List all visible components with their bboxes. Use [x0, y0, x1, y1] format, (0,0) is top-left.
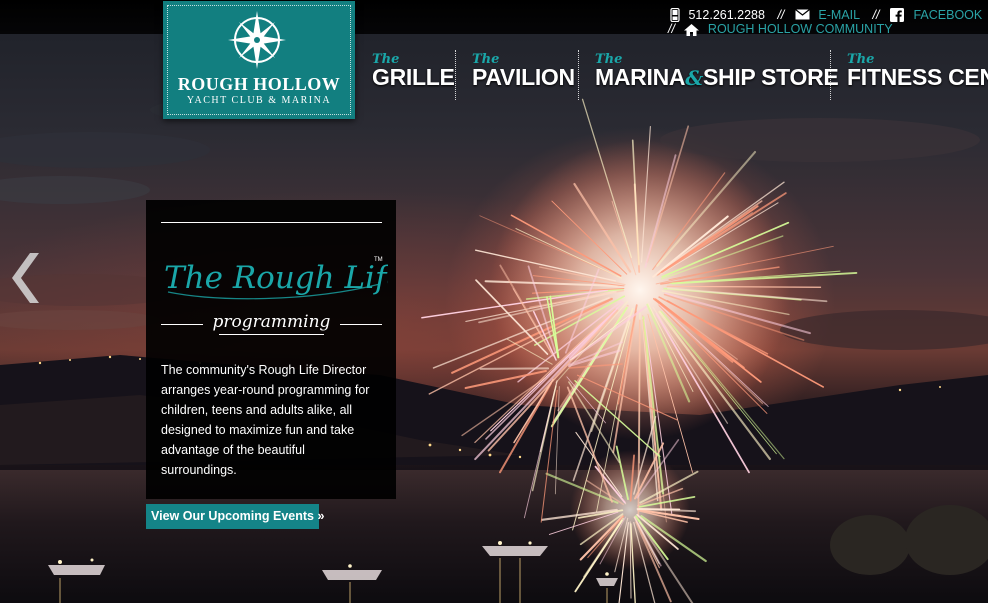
- home-icon: [684, 23, 700, 36]
- feature-description: The community's Rough Life Director arra…: [161, 363, 370, 477]
- nav-item-fitness-center[interactable]: The FITNESS CENT: [837, 48, 988, 103]
- phone-number[interactable]: 512.261.2288: [688, 8, 764, 22]
- separator: //: [777, 7, 785, 22]
- nav-divider: [455, 50, 456, 100]
- nav-item-grille[interactable]: The GRILLE: [362, 48, 455, 103]
- nav-item-pavilion[interactable]: The PAVILION: [462, 48, 577, 103]
- firework-spark: [540, 389, 558, 523]
- separator: //: [872, 7, 880, 22]
- nav-divider: [830, 50, 831, 100]
- contact-bar-row2: // ROUGH HOLLOW COMMUNITY: [668, 22, 893, 36]
- script-title: The Rough Life: [164, 260, 388, 300]
- logo-title: ROUGH HOLLOW: [177, 74, 341, 94]
- nav-ampersand: &: [685, 66, 703, 90]
- svg-text:The Rough Life: The Rough Life: [164, 260, 388, 296]
- feature-panel: The Rough Life TM programming The commun…: [146, 200, 396, 499]
- contact-bar: 512.261.2288 // E-MAIL // FACEBOOK: [670, 7, 982, 22]
- facebook-icon[interactable]: [889, 7, 904, 22]
- envelope-icon: [795, 9, 810, 20]
- community-link[interactable]: ROUGH HOLLOW COMMUNITY: [708, 22, 893, 36]
- chevron-left-icon[interactable]: [8, 253, 40, 303]
- nav-label: MARINA&SHIP STORE: [595, 64, 839, 90]
- trademark: TM: [374, 257, 383, 263]
- logo-subtitle: YACHT CLUB & MARINA: [186, 95, 332, 106]
- compass-rose-icon: [228, 11, 286, 69]
- email-link[interactable]: E-MAIL: [818, 8, 860, 22]
- programming-label: programming: [212, 312, 331, 332]
- fireworks: [421, 98, 858, 603]
- view-events-button[interactable]: View Our Upcoming Events »: [146, 504, 324, 529]
- nav-divider: [578, 50, 579, 100]
- nav-label: FITNESS CENT: [847, 64, 988, 90]
- separator: //: [668, 22, 675, 36]
- nav-label: PAVILION: [472, 64, 575, 90]
- phone-icon: [670, 7, 680, 22]
- site-logo[interactable]: ROUGH HOLLOW YACHT CLUB & MARINA: [163, 1, 355, 119]
- facebook-link[interactable]: FACEBOOK: [913, 8, 982, 22]
- programming-heading: programming: [161, 312, 382, 335]
- nav-label: GRILLE: [372, 64, 455, 90]
- divider-rule: [219, 334, 324, 335]
- nav-item-marina-ship-store[interactable]: The MARINA&SHIP STORE: [585, 48, 839, 103]
- divider-rule: [161, 222, 382, 223]
